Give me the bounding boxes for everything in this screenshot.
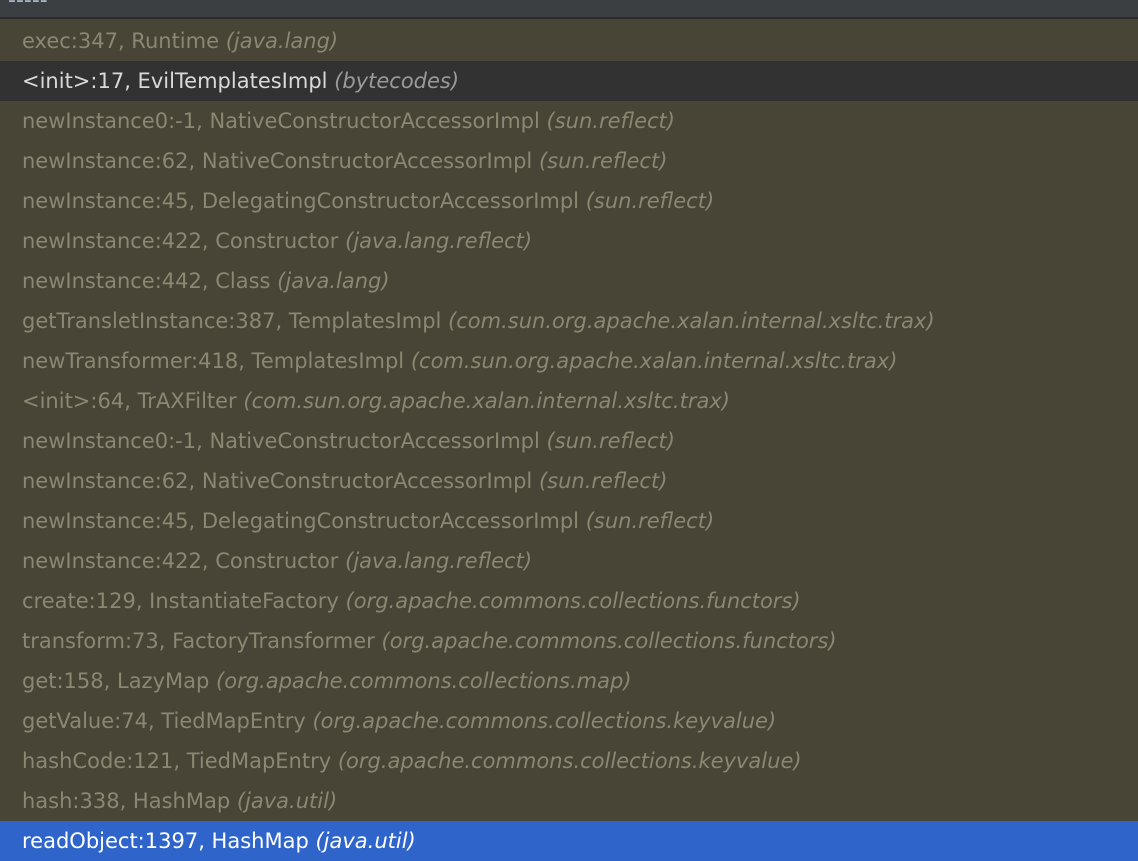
- frame-method-location: newInstance:422, Constructor: [22, 549, 339, 573]
- frame-method-location: transform:73, FactoryTransformer: [22, 629, 375, 653]
- stack-frame[interactable]: getTransletInstance:387, TemplatesImpl (…: [0, 301, 1138, 341]
- frame-method-location: <init>:17, EvilTemplatesImpl: [22, 69, 328, 93]
- frame-package: (sun.reflect): [585, 509, 715, 533]
- frame-package: (java.util): [315, 829, 416, 853]
- stack-frame[interactable]: newTransformer:418, TemplatesImpl (com.s…: [0, 341, 1138, 381]
- stack-frame[interactable]: newInstance:62, NativeConstructorAccesso…: [0, 141, 1138, 181]
- frames-panel-header: -----: [0, 0, 1138, 19]
- frame-package: (sun.reflect): [546, 429, 675, 453]
- header-divider: [0, 17, 1138, 19]
- frame-package: (org.apache.commons.collections.map): [216, 669, 632, 693]
- stack-frame[interactable]: transform:73, FactoryTransformer (org.ap…: [0, 621, 1138, 661]
- frame-method-location: newTransformer:418, TemplatesImpl: [22, 349, 405, 373]
- frame-package: (com.sun.org.apache.xalan.internal.xsltc…: [448, 309, 935, 333]
- frame-method-location: newInstance:62, NativeConstructorAccesso…: [22, 469, 533, 493]
- frame-package: (com.sun.org.apache.xalan.internal.xsltc…: [243, 389, 730, 413]
- stack-frame[interactable]: newInstance0:-1, NativeConstructorAccess…: [0, 421, 1138, 461]
- frame-package: (bytecodes): [334, 69, 460, 93]
- stack-frames-list[interactable]: exec:347, Runtime (java.lang) <init>:17, …: [0, 21, 1138, 861]
- frame-method-location: hashCode:121, TiedMapEntry: [22, 749, 332, 773]
- frame-method-location: getTransletInstance:387, TemplatesImpl: [22, 309, 442, 333]
- frame-package: (java.lang): [277, 269, 390, 293]
- stack-frame[interactable]: <init>:64, TrAXFilter (com.sun.org.apach…: [0, 381, 1138, 421]
- frame-method-location: newInstance:62, NativeConstructorAccesso…: [22, 149, 533, 173]
- stack-frame-current[interactable]: <init>:17, EvilTemplatesImpl (bytecodes): [0, 61, 1138, 101]
- stack-frame[interactable]: getValue:74, TiedMapEntry (org.apache.co…: [0, 701, 1138, 741]
- frame-method-location: exec:347, Runtime: [22, 29, 220, 53]
- stack-frame[interactable]: newInstance:62, NativeConstructorAccesso…: [0, 461, 1138, 501]
- frame-package: (java.lang.reflect): [345, 549, 533, 573]
- frame-package: (org.apache.commons.collections.keyvalue…: [337, 749, 802, 773]
- frame-package: (java.lang.reflect): [345, 229, 533, 253]
- stack-frame[interactable]: newInstance:45, DelegatingConstructorAcc…: [0, 501, 1138, 541]
- stack-frame[interactable]: newInstance:442, Class (java.lang): [0, 261, 1138, 301]
- stack-frame[interactable]: newInstance:422, Constructor (java.lang.…: [0, 221, 1138, 261]
- frame-package: (sun.reflect): [538, 149, 668, 173]
- stack-frame[interactable]: newInstance0:-1, NativeConstructorAccess…: [0, 101, 1138, 141]
- frame-method-location: readObject:1397, HashMap: [22, 829, 309, 853]
- stack-frame[interactable]: hash:338, HashMap (java.util): [0, 781, 1138, 821]
- stack-frame[interactable]: newInstance:422, Constructor (java.lang.…: [0, 541, 1138, 581]
- frame-package: (org.apache.commons.collections.functors…: [345, 589, 801, 613]
- stack-frame[interactable]: create:129, InstantiateFactory (org.apac…: [0, 581, 1138, 621]
- stack-frame[interactable]: exec:347, Runtime (java.lang): [0, 21, 1138, 61]
- frame-package: (java.util): [236, 789, 338, 813]
- stack-frame[interactable]: get:158, LazyMap (org.apache.commons.col…: [0, 661, 1138, 701]
- frame-method-location: newInstance0:-1, NativeConstructorAccess…: [22, 429, 540, 453]
- frame-method-location: create:129, InstantiateFactory: [22, 589, 339, 613]
- stack-frame[interactable]: hashCode:121, TiedMapEntry (org.apache.c…: [0, 741, 1138, 781]
- frame-method-location: newInstance0:-1, NativeConstructorAccess…: [22, 109, 540, 133]
- stack-frame[interactable]: newInstance:45, DelegatingConstructorAcc…: [0, 181, 1138, 221]
- frame-package: (org.apache.commons.collections.functors…: [381, 629, 837, 653]
- frame-package: (java.lang): [225, 29, 339, 53]
- frame-package: (com.sun.org.apache.xalan.internal.xsltc…: [410, 349, 898, 373]
- frame-method-location: newInstance:45, DelegatingConstructorAcc…: [22, 189, 580, 213]
- frame-method-location: newInstance:422, Constructor: [22, 229, 339, 253]
- frame-package: (org.apache.commons.collections.keyvalue…: [312, 709, 777, 733]
- frame-package: (sun.reflect): [546, 109, 675, 133]
- frame-method-location: <init>:64, TrAXFilter: [22, 389, 237, 413]
- frame-method-location: getValue:74, TiedMapEntry: [22, 709, 306, 733]
- frame-package: (sun.reflect): [585, 189, 715, 213]
- stack-frame-selected[interactable]: readObject:1397, HashMap (java.util): [0, 821, 1138, 861]
- frame-method-location: newInstance:442, Class: [22, 269, 271, 293]
- frame-method-location: hash:338, HashMap: [22, 789, 231, 813]
- frame-method-location: newInstance:45, DelegatingConstructorAcc…: [22, 509, 580, 533]
- frame-method-location: get:158, LazyMap: [22, 669, 210, 693]
- header-clipped-text: -----: [8, 0, 48, 13]
- frame-package: (sun.reflect): [538, 469, 668, 493]
